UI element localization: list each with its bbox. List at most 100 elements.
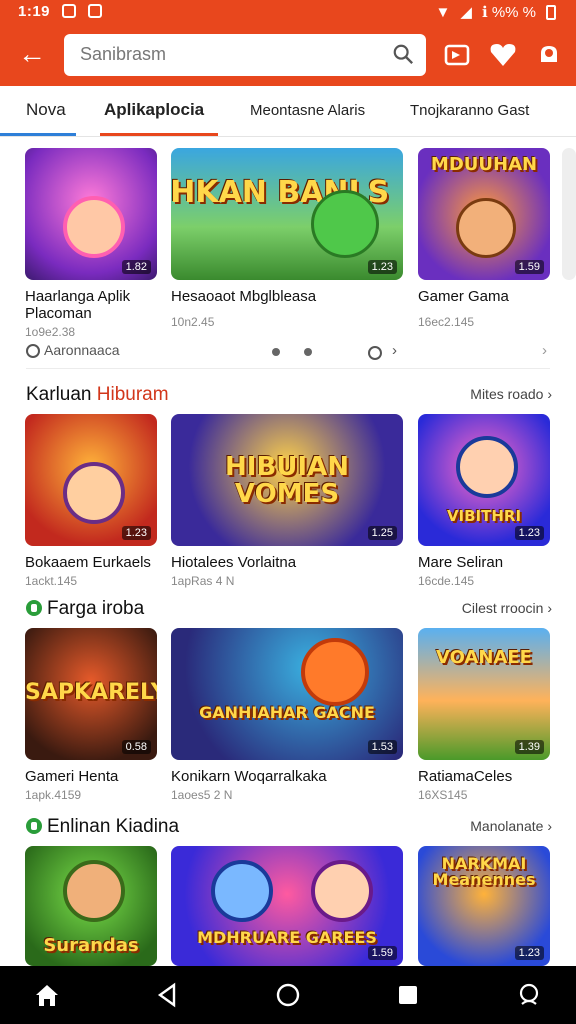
chevron-right-icon: › [547, 386, 552, 402]
tab-aplikaplocia[interactable]: Aplikaplocia [104, 100, 204, 120]
featured-thumbnail-2[interactable]: OHKAN BANLS 1.23 [171, 148, 403, 280]
game-thumbnail[interactable]: MDHRUARE GAREES 1.59 [171, 846, 403, 966]
game-art-title: NARKMAI Meanennes [432, 853, 536, 890]
game-card[interactable]: VIBITHRI 1.23 Mare Seliran 16cde.145 [418, 414, 550, 588]
notification-bell-icon[interactable] [532, 38, 566, 72]
game-thumbnail[interactable]: GANHIAHAR GACNE 1.53 [171, 628, 403, 760]
section-link-karluan[interactable]: Mites roado › [470, 386, 552, 402]
heart-icon[interactable] [486, 38, 520, 72]
rating-badge: 1.23 [514, 946, 544, 960]
section-title-text: Enlinan Kiadina [47, 816, 180, 837]
card-name: Gamer Gama [418, 288, 509, 305]
game-thumbnail[interactable]: 1.23 [25, 414, 157, 546]
featured-card-1[interactable]: 1.82 Haarlanga Aplik Placoman 1o9e2.38 [25, 148, 157, 339]
assistant-icon[interactable] [514, 980, 544, 1010]
recents-square-icon[interactable] [393, 980, 423, 1010]
card-name: Hiotalees Vorlaitna [171, 554, 297, 571]
section-title-text: Karluan [26, 384, 97, 405]
rating-badge: 1.25 [367, 526, 397, 540]
back-triangle-icon[interactable] [152, 980, 182, 1010]
tab-bar: Nova Aplikaplocia Meontasne Alaris Tnojk… [0, 86, 576, 137]
character-face-icon [211, 860, 273, 922]
game-art-title: GANHIAHAR GACNE [199, 702, 375, 722]
home-circle-icon[interactable] [273, 980, 303, 1010]
game-card[interactable]: 1.23 Bokaaem Eurkaels 1ackt.145 [25, 414, 157, 588]
rating-badge: 1.53 [367, 740, 397, 754]
game-card[interactable]: Surandas [25, 846, 157, 966]
featured-thumbnail-1[interactable]: 1.82 [25, 148, 157, 280]
card-name: Konikarn Woqarralkaka [171, 768, 327, 785]
rating-badge: 1.23 [121, 526, 151, 540]
section-title-farga: Farga iroba [26, 598, 144, 620]
section-title-enlinan: Enlinan Kiadina [26, 816, 179, 838]
signal-icon: ◢ [460, 4, 472, 21]
game-card[interactable]: VOANAEE 1.39 RatiamaCeles 16XS145 [418, 628, 550, 802]
tab-tnojkaranno-gast[interactable]: Tnojkaranno Gast [410, 102, 529, 119]
game-card[interactable]: NARKMAI Meanennes 1.23 [418, 846, 550, 966]
game-art-title: MDHRUARE GAREES [197, 928, 377, 947]
tab-indicator-active [100, 133, 218, 136]
tab-nova[interactable]: Nova [26, 100, 66, 120]
game-thumbnail[interactable]: Surandas [25, 846, 157, 966]
section-title-text: Farga iroba [47, 598, 145, 619]
game-thumbnail[interactable]: VOANAEE 1.39 [418, 628, 550, 760]
featured-thumbnail-3[interactable]: MDUUHAN 1.59 [418, 148, 550, 280]
card-meta: 16cde.145 [418, 574, 475, 588]
rating-badge: 1.39 [514, 740, 544, 754]
status-bar: 1:19 ▼ ◢ ℹ %% % [0, 0, 576, 24]
featured-card-2[interactable]: OHKAN BANLS 1.23 Hesaoaot Mbglbleasa 10n… [171, 148, 403, 329]
game-art-title: SAPKARELY [25, 679, 157, 705]
card-name: Gameri Henta [25, 768, 119, 785]
tab-meontasne-alaris[interactable]: Meontasne Alaris [250, 102, 365, 119]
game-thumbnail[interactable]: SAPKARELY 0.58 [25, 628, 157, 760]
section-link-enlinan[interactable]: Manolanate › [470, 818, 552, 834]
card-name-line2: Placoman [25, 305, 92, 322]
card-meta: 16XS145 [418, 788, 468, 802]
game-thumbnail[interactable]: VIBITHRI 1.23 [418, 414, 550, 546]
game-card[interactable]: HIBUIAN VOMES 1.25 Hiotalees Vorlaitna 1… [171, 414, 403, 588]
app-notification-icon [62, 4, 76, 18]
character-face-icon [63, 860, 125, 922]
chevron-right-icon: › [547, 818, 552, 834]
chevron-right-icon[interactable]: › [392, 342, 397, 359]
search-icon[interactable] [392, 43, 414, 65]
divider [26, 368, 550, 369]
search-input[interactable] [78, 43, 382, 66]
shield-icon [26, 600, 42, 616]
pager-dot-active[interactable] [368, 346, 382, 360]
section-link-farga[interactable]: Cilest rroocin › [462, 600, 552, 616]
game-art-title: Surandas [43, 935, 139, 957]
section-link-label: Cilest rroocin [461, 600, 544, 616]
mail-notification-icon [88, 4, 102, 18]
card-meta: 1ackt.145 [25, 574, 78, 588]
gift-box-icon[interactable] [440, 38, 474, 72]
app-bar: ← [0, 24, 576, 86]
section-link-label: Manolanate [470, 818, 544, 834]
featured-card-peek[interactable] [562, 148, 576, 280]
game-art-title: VOANAEE [436, 647, 532, 669]
game-card[interactable]: SAPKARELY 0.58 Gameri Henta 1apk.4159 [25, 628, 157, 802]
character-face-icon [456, 198, 516, 258]
system-nav-bar [0, 966, 576, 1024]
pager-dot[interactable] [272, 348, 280, 356]
section-title-accent: Hiburam [96, 384, 169, 405]
pager-dot[interactable] [304, 348, 312, 356]
card-name: Mare Seliran [418, 554, 504, 571]
card-meta: 1apRas 4 N [171, 574, 235, 588]
rating-badge: 1.82 [121, 260, 151, 274]
rating-badge: 1.23 [367, 260, 397, 274]
game-card[interactable]: GANHIAHAR GACNE 1.53 Konikarn Woqarralka… [171, 628, 403, 802]
game-thumbnail[interactable]: NARKMAI Meanennes 1.23 [418, 846, 550, 966]
rating-badge: 1.59 [514, 260, 544, 274]
rating-badge: 1.59 [367, 946, 397, 960]
home-icon[interactable] [32, 980, 62, 1010]
chevron-right-icon[interactable]: › [542, 342, 547, 359]
featured-card-3[interactable]: MDUUHAN 1.59 Gamer Gama 16ec2.145 [418, 148, 550, 329]
back-arrow-icon[interactable]: ← [14, 36, 50, 72]
card-name: Hesaoaot Mbglbleasa [171, 288, 317, 305]
search-box[interactable] [64, 34, 426, 76]
status-time: 1:19 [18, 3, 51, 20]
game-card[interactable]: MDHRUARE GAREES 1.59 [171, 846, 403, 966]
card-meta: 1apk.4159 [25, 788, 82, 802]
game-thumbnail[interactable]: HIBUIAN VOMES 1.25 [171, 414, 403, 546]
